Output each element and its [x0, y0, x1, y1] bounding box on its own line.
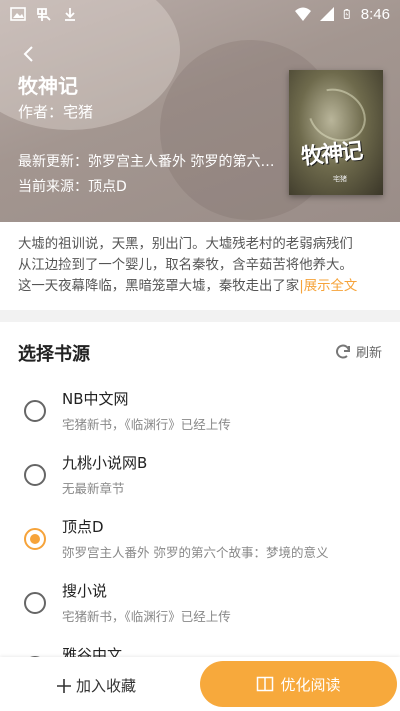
book-cover[interactable]: 牧神记 宅猪 [289, 70, 383, 195]
book-author: 作者：宅猪 [18, 103, 94, 121]
battery-icon [343, 9, 350, 19]
description-line: 这一天夜幕降临，黑暗笼罩大墟，秦牧走出了家 [18, 279, 300, 294]
signal-icon [319, 7, 334, 21]
cover-title: 牧神记 [300, 137, 363, 171]
add-favorite-button[interactable]: 加入收藏 [56, 675, 136, 696]
source-item[interactable]: NB中文网 宅猪新书，《临渊行》已经上传 [0, 388, 400, 452]
source-name: 九桃小说网B [62, 454, 148, 472]
source-radio-checked[interactable] [24, 528, 46, 550]
book-title: 牧神记 [18, 74, 78, 98]
source-name: NB中文网 [62, 390, 129, 408]
refresh-icon [336, 344, 350, 358]
source-radio[interactable] [24, 400, 46, 422]
book-description: 大墟的祖训说，天黑，别出门。大墟残老村的老弱病残们 从江边捡到了一个婴儿，取名秦… [0, 222, 400, 310]
source-latest: 宅猪新书，《临渊行》已经上传 [62, 609, 231, 624]
back-button[interactable] [14, 40, 42, 68]
refresh-button[interactable]: 刷新 [334, 342, 382, 361]
bottom-action-bar: 加入收藏 优化阅读 [0, 657, 400, 711]
chevron-left-icon [23, 46, 33, 62]
source-radio[interactable] [24, 592, 46, 614]
source-latest: 宅猪新书，《临渊行》已经上传 [62, 417, 231, 432]
read-button[interactable]: 优化阅读 [200, 661, 397, 707]
source-item[interactable]: 九桃小说网B 无最新章节 [0, 452, 400, 516]
book-open-icon [257, 676, 274, 692]
description-line: 从江边捡到了一个婴儿，取名秦牧，含辛茹苦将他养大。 [18, 258, 353, 273]
status-time: 8:46 [360, 5, 390, 23]
source-latest: 无最新章节 [62, 481, 125, 496]
description-line-last: 这一天夜幕降临，黑暗笼罩大墟，秦牧走出了家|展示全文 [18, 276, 382, 297]
refresh-label: 刷新 [355, 346, 382, 361]
download-icon [65, 8, 75, 21]
read-button-label: 优化阅读 [280, 675, 341, 694]
add-favorite-label: 加入收藏 [76, 677, 137, 695]
source-panel: 选择书源 刷新 NB中文网 宅猪新书，《临渊行》已经上传 九桃小说网B 无最新章… [0, 322, 400, 662]
wifi-icon [294, 7, 311, 21]
app-notification-icon [37, 8, 51, 21]
source-name: 顶点D [62, 518, 104, 536]
source-latest: 弥罗宫主人番外 弥罗的第六个故事：梦境的意义 [62, 545, 329, 560]
cover-author: 宅猪 [333, 175, 347, 183]
source-item[interactable]: 搜小说 宅猪新书，《临渊行》已经上传 [0, 580, 400, 644]
source-item-selected[interactable]: 顶点D 弥罗宫主人番外 弥罗的第六个故事：梦境的意义 [0, 516, 400, 580]
source-name: 搜小说 [62, 582, 108, 600]
source-panel-title: 选择书源 [18, 344, 90, 365]
show-all-link[interactable]: |展示全文 [299, 279, 357, 294]
plus-icon [57, 678, 71, 693]
book-header: 8:46 牧神记 作者：宅猪 最新更新：弥罗宫主人番外 弥罗的第六个故事：梦境的… [0, 0, 400, 222]
description-line: 大墟的祖训说，天黑，别出门。大墟残老村的老弱病残们 [18, 237, 353, 252]
gallery-icon [10, 7, 26, 21]
latest-update: 最新更新：弥罗宫主人番外 弥罗的第六个故事：梦境的意义 [18, 154, 280, 170]
source-radio[interactable] [24, 464, 46, 486]
status-bar: 8:46 [0, 0, 400, 28]
current-source: 当前来源：顶点D [18, 179, 127, 195]
